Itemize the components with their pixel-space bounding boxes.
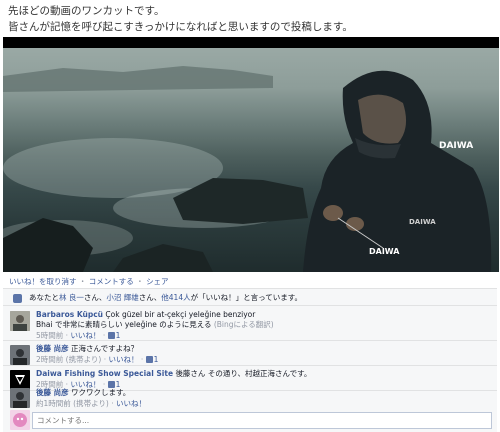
comment-composer <box>3 408 497 432</box>
comment-time[interactable]: 5時間前 <box>36 331 63 340</box>
comment-text: Çok güzel bir at-çekçi yeleğine benziyor <box>105 310 256 319</box>
comment-author[interactable]: Daiwa Fishing Show Special Site <box>36 369 173 378</box>
post-line-1: 先ほどの動画のワンカットです。 <box>8 5 165 17</box>
comment-text: 後藤さん その通り、村越正海さんです。 <box>175 369 312 378</box>
comment-translation: Bhai で非常に素晴らしい yeleğine のように見える <box>36 320 212 329</box>
comment-like-count[interactable]: 1 <box>116 331 121 340</box>
thumbs-up-icon <box>13 294 22 303</box>
avatar[interactable] <box>10 370 30 390</box>
others-liked-link[interactable]: 他414人 <box>161 293 190 302</box>
thumbs-up-icon <box>107 332 115 339</box>
person-photo-icon <box>10 388 30 408</box>
pink-character-avatar-icon <box>10 410 30 430</box>
comment-author[interactable]: Barbaros Küpcü <box>36 310 103 319</box>
svg-text:DAIWA: DAIWA <box>369 247 400 256</box>
photo-scene: DAIWA DAIWA DAIWA <box>3 48 499 272</box>
person-photo-icon <box>10 311 30 331</box>
comment-like-link[interactable]: いいね！ <box>70 331 100 340</box>
action-separator: ・ <box>78 277 87 286</box>
svg-text:DAIWA: DAIWA <box>439 141 473 151</box>
liker-link[interactable]: 小沼 輝雄 <box>106 293 138 302</box>
likes-summary: あなたと林 良一さん、小沼 輝雄さん、他414人が「いいね！」と言っています。 <box>3 290 497 306</box>
angler-scene-illustration: DAIWA DAIWA DAIWA <box>3 66 492 272</box>
post-message: 先ほどの動画のワンカットです。 皆さんが記憶を呼び起こすきっかけになればと思いま… <box>8 3 496 35</box>
avatar[interactable] <box>10 311 30 331</box>
post-line-2: 皆さんが記憶を呼び起こすきっかけになればと思いますので投稿します。 <box>8 21 353 33</box>
post-actions: いいね！を取り消す ・ コメントする ・ シェア <box>9 276 169 287</box>
comment-text: 正海さんですよね？ <box>71 344 139 353</box>
thumbs-up-icon <box>107 381 115 388</box>
comment-item: 後藤 尚彦 正海さんですよね？ 2時間前 (携帯より) · いいね！ · 1 <box>3 341 497 366</box>
comment-like-count[interactable]: 1 <box>154 355 159 364</box>
thumbs-up-icon <box>145 356 153 363</box>
comment-item: Barbaros Küpcü Çok güzel bir at-çekçi ye… <box>3 307 497 341</box>
translation-note[interactable]: (Bingによる翻訳) <box>214 320 274 329</box>
comment-like-link[interactable]: いいね！ <box>116 399 146 408</box>
comment-like-link[interactable]: いいね！ <box>109 355 139 364</box>
comment-time[interactable]: 2時間前 (携帯より) <box>36 355 101 364</box>
share-link[interactable]: シェア <box>146 277 169 286</box>
comment-item: 後藤 尚彦 ワクワクします。 約1時間前 (携帯より) · いいね！ <box>3 388 497 408</box>
action-separator: ・ <box>136 277 144 286</box>
comment-input[interactable] <box>32 412 492 429</box>
comment-author[interactable]: 後藤 尚彦 <box>36 388 69 397</box>
svg-text:DAIWA: DAIWA <box>409 218 436 226</box>
avatar[interactable] <box>10 388 30 408</box>
daiwa-logo-icon <box>10 370 30 390</box>
avatar[interactable] <box>10 345 30 365</box>
person-photo-icon <box>10 345 30 365</box>
comment-time[interactable]: 約1時間前 (携帯より) <box>36 399 109 408</box>
liker-link[interactable]: 林 良一 <box>59 293 84 302</box>
comment-text: ワクワクします。 <box>71 388 131 397</box>
current-user-avatar <box>10 410 30 430</box>
unlike-link[interactable]: いいね！を取り消す <box>9 277 77 286</box>
post-photo[interactable]: DAIWA DAIWA DAIWA <box>3 37 499 272</box>
comment-link[interactable]: コメントする <box>89 277 134 286</box>
comment-author[interactable]: 後藤 尚彦 <box>36 344 69 353</box>
photo-top-band <box>3 37 499 48</box>
